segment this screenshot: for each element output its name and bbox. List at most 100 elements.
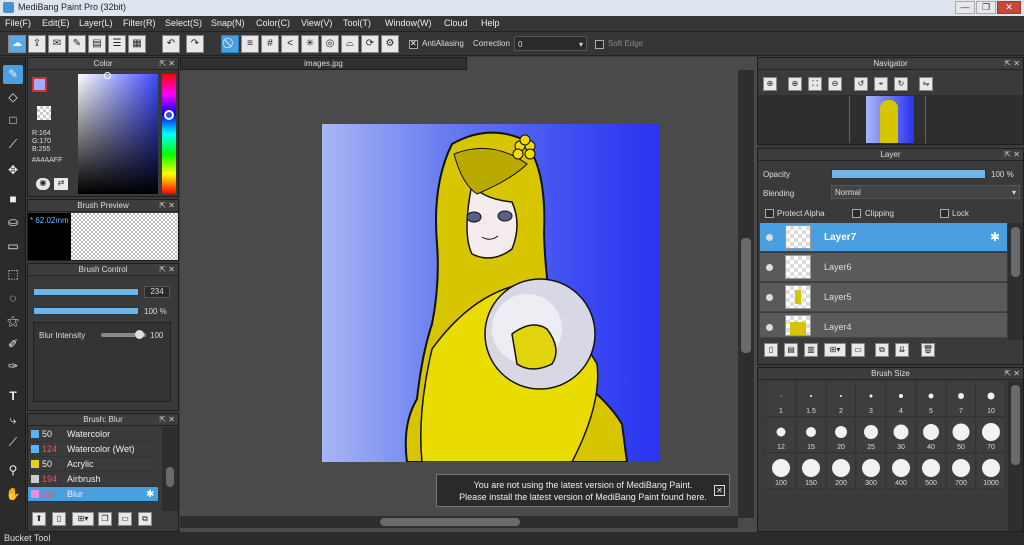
gear-icon[interactable]: ✱: [146, 489, 154, 500]
panel-close-icon[interactable]: ⇱ ✕: [159, 264, 175, 276]
grid-snap-icon[interactable]: #: [261, 35, 279, 53]
duplicate-layer-icon[interactable]: ⧉: [875, 343, 889, 357]
scrollbar-thumb[interactable]: [1011, 385, 1020, 465]
minimize-button[interactable]: —: [955, 1, 975, 14]
menu-file[interactable]: File(F): [5, 18, 31, 28]
close-icon[interactable]: ✕: [714, 485, 725, 496]
brush-size-cell-70[interactable]: 70: [977, 418, 1006, 453]
panel-close-icon[interactable]: ⇱ ✕: [1004, 368, 1020, 380]
cloud-icon[interactable]: ☁: [8, 35, 26, 53]
brush-size-cell-100[interactable]: 100: [767, 454, 796, 489]
canvas-artwork[interactable]: [322, 124, 659, 462]
new-8bit-layer-icon[interactable]: ▥: [804, 343, 818, 357]
menu-snap[interactable]: Snap(N): [211, 18, 245, 28]
move-tool-icon[interactable]: ✥: [3, 161, 23, 180]
concentric-snap-icon[interactable]: ◎: [321, 35, 339, 53]
document-icon[interactable]: ▤: [88, 35, 106, 53]
blur-intensity-handle[interactable]: [135, 330, 144, 339]
maximize-button[interactable]: ❐: [976, 1, 996, 14]
scrollbar-thumb[interactable]: [1011, 227, 1020, 277]
protect-alpha-checkbox[interactable]: [765, 209, 774, 218]
select-eraser-tool-icon[interactable]: ✑: [3, 357, 23, 376]
gradient-tool-icon[interactable]: ▭: [3, 237, 23, 256]
curve-snap-icon[interactable]: ⌓: [341, 35, 359, 53]
brush-item-acrylic[interactable]: 50 Acrylic: [28, 457, 158, 472]
rotate-snap-icon[interactable]: ⟳: [361, 35, 379, 53]
update-notice-line2[interactable]: Please install the latest version of Med…: [437, 492, 729, 502]
magic-wand-tool-icon[interactable]: ⚝: [3, 312, 23, 331]
brush-size-cell-5[interactable]: 5: [917, 382, 946, 417]
layer-row-layer4[interactable]: Layer4: [760, 313, 1007, 338]
layer-list-scrollbar[interactable]: [1008, 223, 1023, 340]
brush-size-cell-500[interactable]: 500: [917, 454, 946, 489]
text-tool-icon[interactable]: T: [3, 387, 23, 406]
menu-view[interactable]: View(V): [301, 18, 332, 28]
eraser-tool-icon[interactable]: ◇: [3, 88, 23, 107]
navigator-viewport[interactable]: [758, 95, 1023, 144]
antialiasing-checkbox[interactable]: [409, 39, 418, 49]
redo-icon[interactable]: ↷: [186, 35, 204, 53]
document-tab[interactable]: images.jpg: [180, 57, 467, 70]
eye-icon[interactable]: [766, 324, 773, 331]
menu-window[interactable]: Window(W): [385, 18, 432, 28]
undo-icon[interactable]: ↶: [162, 35, 180, 53]
copy-brush-icon[interactable]: ❐: [98, 512, 112, 526]
menu-color[interactable]: Color(C): [256, 18, 290, 28]
menu-edit[interactable]: Edit(E): [42, 18, 70, 28]
menu-select[interactable]: Select(S): [165, 18, 202, 28]
scrollbar-thumb[interactable]: [741, 238, 751, 353]
scrollbar-thumb[interactable]: [380, 518, 520, 526]
layer-opacity-slider[interactable]: [831, 169, 986, 179]
scrollbar-thumb[interactable]: [166, 467, 174, 487]
saturation-value-picker[interactable]: [78, 72, 158, 194]
menu-filter[interactable]: Filter(R): [123, 18, 156, 28]
transparent-swatch[interactable]: [37, 106, 51, 120]
lasso-tool-icon[interactable]: ◌: [3, 289, 23, 308]
blur-intensity-slider[interactable]: [101, 330, 146, 339]
grid-settings-icon[interactable]: ▦: [128, 35, 146, 53]
new-brush-icon[interactable]: ▯: [52, 512, 66, 526]
brush-size-cell-10[interactable]: 10: [977, 382, 1006, 417]
zoom-in-icon[interactable]: ⊕: [763, 77, 777, 91]
reset-rotation-icon[interactable]: ⌖: [874, 77, 888, 91]
panel-close-icon[interactable]: ⇱ ✕: [159, 414, 175, 426]
brush-size-cell-50[interactable]: 50: [947, 418, 976, 453]
brush-size-cell-150[interactable]: 150: [797, 454, 826, 489]
brush-size-cell-7[interactable]: 7: [947, 382, 976, 417]
eye-icon[interactable]: [766, 294, 773, 301]
blending-select[interactable]: Normal ▾: [831, 185, 1020, 199]
brush-item-blur[interactable]: 234 Blur ✱: [28, 487, 158, 502]
upload-icon[interactable]: ⇪: [28, 35, 46, 53]
brush-tool-icon[interactable]: ✎: [3, 65, 23, 84]
zoom-out-icon[interactable]: ⊖: [828, 77, 842, 91]
brush-size-cell-300[interactable]: 300: [857, 454, 886, 489]
panel-close-icon[interactable]: ⇱ ✕: [159, 200, 175, 212]
brush-size-cell-4[interactable]: 4: [887, 382, 916, 417]
panel-close-icon[interactable]: ⇱ ✕: [1004, 149, 1020, 161]
brush-size-cell-1.5[interactable]: 1.5: [797, 382, 826, 417]
folder-icon[interactable]: ▭: [118, 512, 132, 526]
hue-slider[interactable]: [162, 74, 176, 194]
merge-layer-icon[interactable]: ⇊: [895, 343, 909, 357]
snap-settings-icon[interactable]: ⚙: [381, 35, 399, 53]
hand-tool-icon[interactable]: ✋: [3, 485, 23, 504]
eye-icon[interactable]: [766, 264, 773, 271]
brush-size-cell-1000[interactable]: 1000: [977, 454, 1006, 489]
operation-tool-icon[interactable]: ⤷: [3, 411, 23, 430]
select-pen-tool-icon[interactable]: ✐: [3, 335, 23, 354]
canvas-vertical-scrollbar[interactable]: [738, 70, 754, 518]
gear-icon[interactable]: ✱: [990, 230, 1000, 244]
canvas-horizontal-scrollbar[interactable]: [180, 516, 738, 528]
rotate-right-icon[interactable]: ↻: [894, 77, 908, 91]
perspective-snap-icon[interactable]: <: [281, 35, 299, 53]
brush-size-cell-20[interactable]: 20: [827, 418, 856, 453]
parallel-snap-icon[interactable]: ≡: [241, 35, 259, 53]
snap-off-icon[interactable]: ⃠: [221, 35, 239, 53]
brush-size-cell-12[interactable]: 12: [767, 418, 796, 453]
fit-icon[interactable]: ⛶: [808, 77, 822, 91]
sv-picker-cursor[interactable]: [104, 72, 111, 79]
layer-row-layer5[interactable]: Layer5: [760, 283, 1007, 312]
menu-layer[interactable]: Layer(L): [79, 18, 113, 28]
brush-item-watercolor[interactable]: 50 Watercolor: [28, 427, 158, 442]
brush-size-cell-25[interactable]: 25: [857, 418, 886, 453]
